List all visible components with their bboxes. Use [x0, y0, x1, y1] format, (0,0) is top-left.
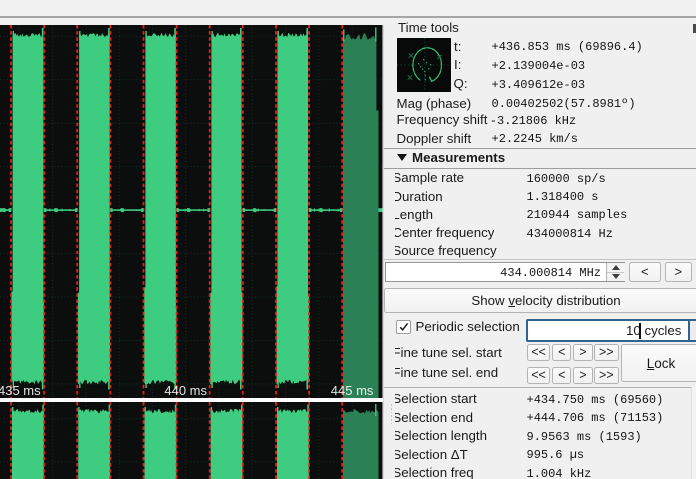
svg-text:435 ms: 435 ms	[0, 383, 41, 398]
svg-text:445 ms: 445 ms	[331, 383, 374, 398]
svg-text:440 ms: 440 ms	[164, 383, 207, 398]
